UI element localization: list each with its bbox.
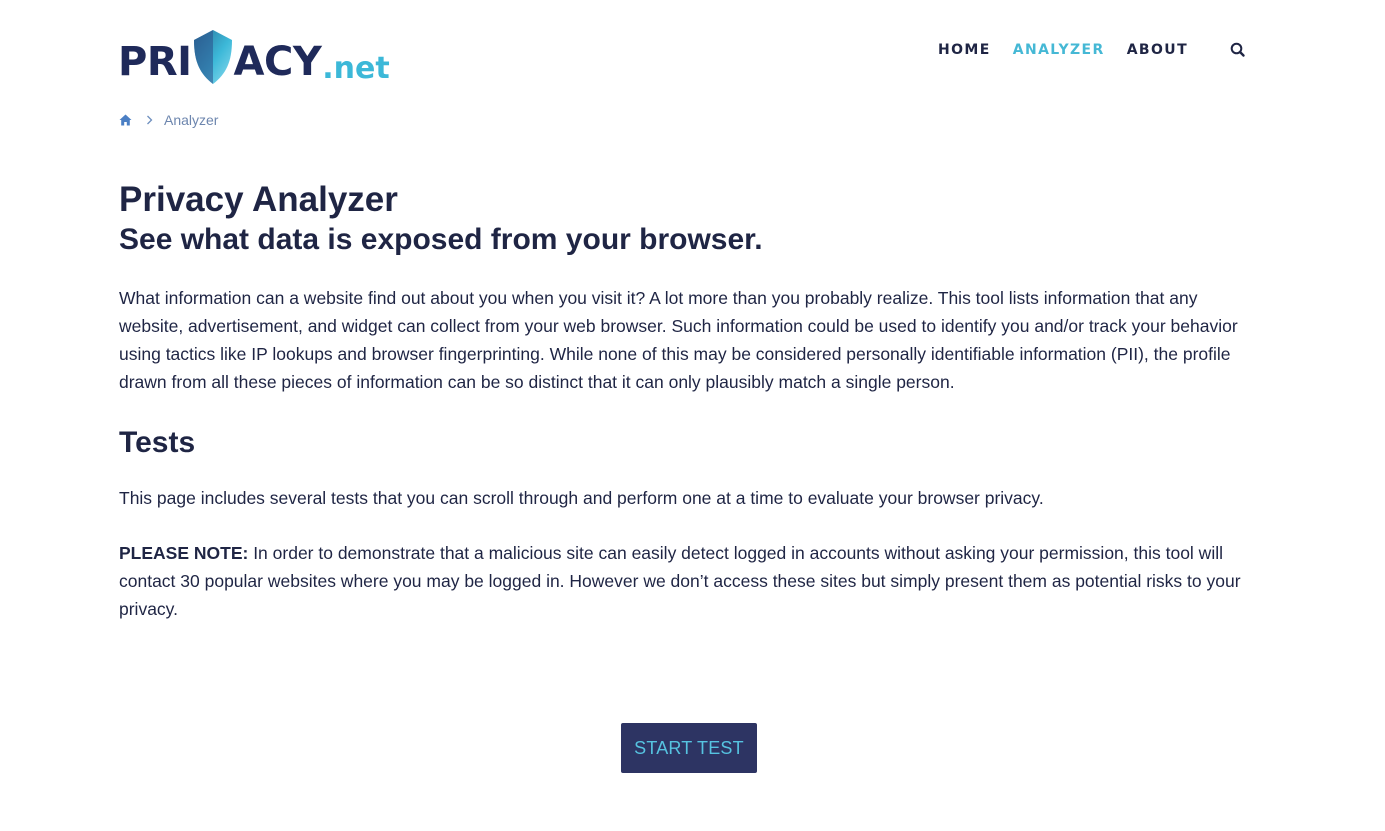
note-paragraph: PLEASE NOTE: In order to demonstrate tha… <box>119 539 1259 623</box>
shield-icon <box>193 30 232 84</box>
intro-paragraph: What information can a website find out … <box>119 288 1238 392</box>
logo-text-left: PRI <box>118 39 192 85</box>
main-nav: HOME ANALYZER ABOUT <box>938 42 1188 58</box>
page-subtitle: See what data is exposed from your brows… <box>119 223 763 256</box>
breadcrumb-current: Analyzer <box>164 112 219 128</box>
nav-home[interactable]: HOME <box>938 42 991 58</box>
nav-analyzer[interactable]: ANALYZER <box>1013 42 1105 58</box>
page-title: Privacy Analyzer <box>119 180 398 219</box>
note-text: In order to demonstrate that a malicious… <box>119 543 1241 619</box>
breadcrumb: Analyzer <box>119 112 218 128</box>
main-content: Privacy Analyzer See what data is expose… <box>119 180 1259 623</box>
note-label: PLEASE NOTE: <box>119 543 249 563</box>
logo-tld: .net <box>322 51 390 86</box>
tests-description: This page includes several tests that yo… <box>119 488 1044 508</box>
page: PRI ACY .net HOME ANALYZER ABOUT Analyze… <box>0 0 1385 831</box>
logo-text-right: ACY <box>233 39 322 85</box>
tests-heading: Tests <box>119 426 196 459</box>
chevron-right-icon <box>147 115 153 125</box>
site-logo[interactable]: PRI ACY .net <box>118 26 390 86</box>
home-icon[interactable] <box>119 114 132 126</box>
nav-about[interactable]: ABOUT <box>1127 42 1188 58</box>
search-icon[interactable] <box>1229 41 1247 59</box>
start-test-button[interactable]: START TEST <box>621 723 757 773</box>
